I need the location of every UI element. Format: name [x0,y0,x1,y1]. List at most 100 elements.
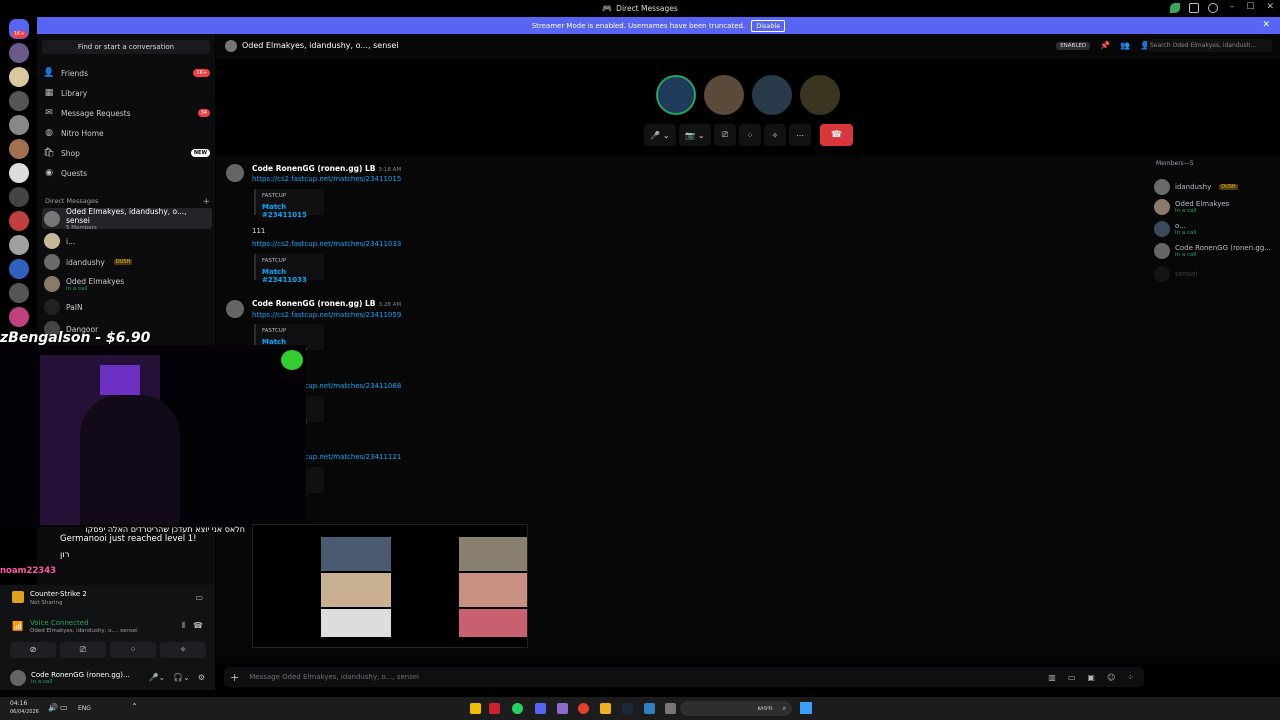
nav-library[interactable]: ▦ Library [44,85,210,101]
nav-nitro-home[interactable]: ◍ Nitro Home [44,125,210,141]
tray-chevron-icon[interactable]: ⌃ [131,702,138,711]
avatar[interactable] [226,300,244,318]
soundboard-panel-button[interactable]: ✧ [160,642,206,658]
disable-streamer-button[interactable]: Disable [751,19,786,32]
search-input[interactable]: Search Oded Elmakyes, idandush... [1147,39,1272,52]
server-icon[interactable] [9,187,29,207]
attach-plus-icon[interactable]: + [230,671,239,684]
nav-message-requests[interactable]: ✉ Message Requests 34 [44,105,210,121]
server-icon[interactable] [9,91,29,111]
minimize-button[interactable]: – [1230,2,1235,12]
taskbar-app-icon[interactable] [622,703,633,714]
taskbar-app-icon[interactable] [470,703,481,714]
apps-icon[interactable]: ⁘ [1127,673,1134,682]
message-author[interactable]: Code RonenGG (ronen.gg) LB [252,299,376,308]
call-participant-avatar[interactable] [656,75,696,115]
taskbar-app-icon[interactable] [600,703,611,714]
message-link[interactable]: https://cs2.fastcup.net/matches/23411059 [252,311,401,319]
taskbar-date[interactable]: 06/04/2026 [10,708,39,716]
server-icon[interactable] [9,307,29,327]
server-icon[interactable] [9,283,29,303]
language-indicator[interactable]: ENG [78,705,91,712]
soundboard-button[interactable]: ✧ [764,124,786,146]
sticker-icon[interactable]: ▣ [1087,673,1095,682]
disconnect-call-button[interactable]: ☎ [820,124,853,146]
message-link[interactable]: https://cs2.fastcup.net/matches/23411015 [252,175,401,183]
more-options-button[interactable]: ⋯ [789,124,811,146]
taskbar-app-icon[interactable] [557,703,568,714]
user-name[interactable]: Code RonenGG (ronen.gg)... [31,671,130,679]
taskbar-app-icon[interactable] [578,703,589,714]
call-participant-avatar[interactable] [704,75,744,115]
close-banner-icon[interactable]: ✕ [1262,20,1270,30]
help-icon[interactable] [1208,3,1218,13]
volume-icon[interactable]: 🔊 [48,703,58,712]
activity-button[interactable]: ⁘ [110,642,156,658]
voice-channel[interactable]: Oded Elmakyes, idandushy, o..., sensei [30,628,138,634]
member-item[interactable]: idandushy DUSH [1154,179,1238,195]
embed-title[interactable]: Match #23411015 [262,203,318,219]
voice-connected-label[interactable]: Voice Connected [30,619,89,627]
nav-shop[interactable]: 🛍 Shop NEW [43,145,210,161]
call-participant-avatar[interactable] [752,75,792,115]
find-conversation-button[interactable]: Find or start a conversation [42,40,210,54]
server-icon[interactable] [9,115,29,135]
message-link[interactable]: https://cs2.fastcup.net/matches/23411033 [252,240,401,248]
settings-gear-icon[interactable]: ⚙ [198,673,205,682]
user-avatar[interactable] [10,669,26,686]
member-item[interactable]: sensei [1154,266,1197,282]
mute-mic-icon[interactable]: 🎤⌄ [148,673,165,682]
taskbar-app-icon[interactable] [644,703,655,714]
avatar[interactable] [226,164,244,182]
server-icon[interactable] [9,235,29,255]
taskbar-app-icon[interactable] [489,703,500,714]
search-box[interactable]: חיפוש ⌕ [680,701,792,716]
server-icon[interactable] [9,259,29,279]
close-window-button[interactable]: ✕ [1266,2,1274,12]
dm-item[interactable]: Oded Elmakyes In a call [42,274,212,294]
chat-title[interactable]: Oded Elmakyes, idandushy, o..., sensei [242,41,399,50]
dm-item[interactable]: i... [42,231,212,251]
create-dm-icon[interactable]: + [202,197,210,207]
taskbar-app-icon[interactable] [665,703,676,714]
member-item[interactable]: Oded Elmakyes In a call [1154,199,1229,215]
taskbar-time[interactable]: 04:16 [10,700,39,708]
mic-button[interactable]: 🎤 ⌄ [644,124,676,146]
nav-quests[interactable]: ◉ Quests [44,165,210,181]
message-author[interactable]: Code RonenGG (ronen.gg) LB [252,164,376,173]
pin-icon[interactable]: 📌 [1100,41,1110,50]
noise-suppression-icon[interactable]: ⦀ [181,621,185,631]
embed-title[interactable]: Match #23411033 [262,268,318,284]
gift-icon[interactable]: ▥ [1048,673,1056,682]
inbox-icon[interactable] [1189,3,1199,13]
server-icon[interactable] [9,139,29,159]
taskbar-app-icon[interactable] [535,703,546,714]
share-screen-button[interactable]: ⎚ [714,124,736,146]
emoji-icon[interactable]: ☺ [1107,673,1115,682]
taskbar-app-icon[interactable] [512,703,523,714]
enabled-badge[interactable]: ENABLED [1056,41,1091,50]
camera-toggle-button[interactable]: ⊘ [10,642,56,658]
share-activity-icon[interactable]: ▭ [195,593,203,602]
server-icon[interactable] [9,163,29,183]
start-button[interactable] [800,702,812,714]
server-icon[interactable] [9,67,29,87]
call-participant-avatar[interactable] [800,75,840,115]
signal-icon[interactable]: 📶 [12,622,23,632]
server-icon[interactable] [9,211,29,231]
disconnect-icon[interactable]: ☎ [193,621,203,630]
gif-icon[interactable]: ▭ [1068,673,1076,682]
server-icon[interactable] [9,43,29,63]
dm-item-group[interactable]: Oded Elmakyes, idandushy, o..., sensei 5 … [42,207,212,231]
deafen-icon[interactable]: 🎧⌄ [173,673,190,682]
dm-item[interactable]: PaIN [42,297,212,317]
activities-button[interactable]: ⁘ [739,124,761,146]
dm-item[interactable]: idandushy DUSH [42,252,212,272]
camera-button[interactable]: 📷 ⌄ [679,124,711,146]
message-input[interactable]: + Message Oded Elmakyes, idandushy, o...… [224,667,1144,687]
nav-friends[interactable]: 👤 Friends 1K+ [43,65,210,81]
add-friends-icon[interactable]: 👥 [1120,41,1130,50]
nitro-leaf-icon[interactable] [1170,3,1180,13]
member-item[interactable]: Code RonenGG (ronen.gg... In a call [1154,243,1271,259]
screen-share-button[interactable]: ⎚ [60,642,106,658]
